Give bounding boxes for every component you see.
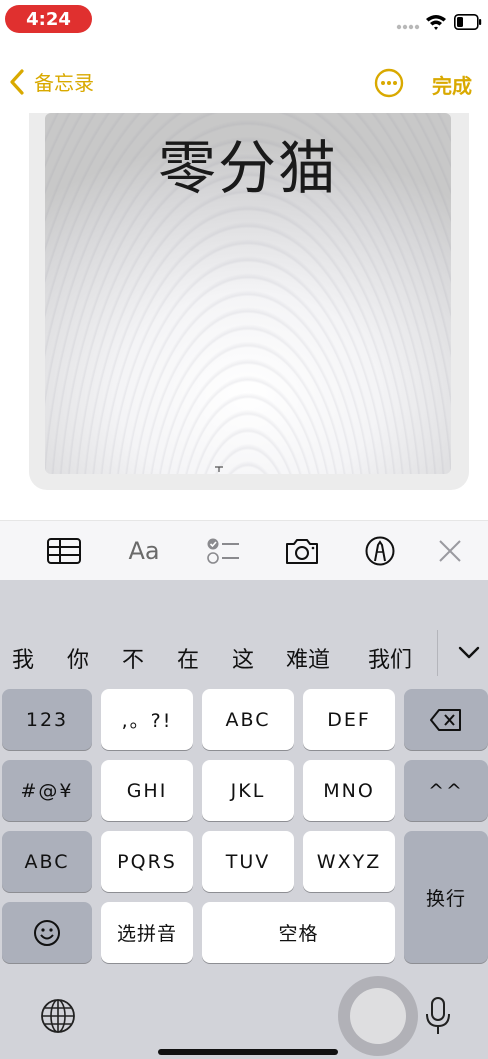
camera-button[interactable] — [284, 535, 320, 567]
numbers-key[interactable]: 123 — [2, 689, 92, 750]
mno-key[interactable]: MNO — [303, 760, 395, 821]
jkl-key[interactable]: JKL — [202, 760, 294, 821]
candidate-divider — [437, 630, 438, 676]
pinyin-select-key[interactable]: 选拼音 — [101, 902, 193, 963]
camera-icon — [286, 539, 318, 564]
signal-dots-icon — [396, 24, 420, 30]
abc-key[interactable]: ABC — [202, 689, 294, 750]
candidate-item[interactable]: 这 — [232, 642, 254, 674]
close-icon — [439, 540, 461, 562]
space-key[interactable]: 空格 — [202, 902, 395, 963]
status-bar: 4:24 — [0, 0, 488, 40]
return-key[interactable]: 换行 — [404, 831, 488, 963]
back-label: 备忘录 — [34, 71, 94, 95]
photo-text: 零分猫 — [157, 134, 338, 202]
wxyz-key[interactable]: WXYZ — [303, 831, 395, 892]
format-toolbar: Aa — [0, 520, 488, 580]
image-attachment-card[interactable]: 零分猫 — [29, 113, 469, 490]
candidate-item[interactable]: 在 — [177, 642, 199, 674]
attached-photo[interactable]: 零分猫 — [45, 113, 451, 474]
ellipsis-circle-icon[interactable] — [374, 68, 404, 98]
back-button[interactable]: 备忘录 — [8, 67, 94, 96]
kaomoji-key[interactable]: ^^ — [404, 760, 488, 821]
delete-key[interactable] — [404, 689, 488, 750]
close-toolbar-button[interactable] — [432, 535, 468, 567]
home-indicator — [158, 1049, 338, 1055]
candidate-item[interactable]: 难道 — [286, 642, 330, 674]
assistive-touch-inner — [350, 988, 406, 1044]
battery-icon — [454, 14, 482, 30]
nav-bar: 备忘录 完成 — [0, 62, 488, 108]
markup-icon — [365, 536, 395, 566]
table-icon — [47, 538, 81, 564]
text-format-button[interactable]: Aa — [124, 535, 164, 567]
globe-icon[interactable] — [40, 998, 76, 1034]
chevron-left-icon — [10, 68, 24, 95]
table-button[interactable] — [46, 535, 82, 567]
wifi-icon — [426, 15, 446, 30]
assistive-touch-button[interactable] — [338, 976, 418, 1056]
checklist-icon — [207, 538, 239, 564]
emoji-key[interactable] — [2, 902, 92, 963]
text-format-icon: Aa — [128, 537, 160, 565]
candidate-item[interactable]: 你 — [67, 642, 89, 674]
def-key[interactable]: DEF — [303, 689, 395, 750]
candidate-item[interactable]: 不 — [122, 642, 144, 674]
candidate-item[interactable]: 我们 — [368, 642, 412, 674]
markup-button[interactable] — [362, 535, 398, 567]
resize-handle-icon[interactable] — [214, 466, 224, 472]
punctuation-key[interactable]: ,。?! — [101, 689, 193, 750]
tuv-key[interactable]: TUV — [202, 831, 294, 892]
microphone-icon[interactable] — [424, 996, 452, 1036]
abc-mode-key[interactable]: ABC — [2, 831, 92, 892]
candidate-item[interactable]: 我 — [12, 642, 34, 674]
done-button[interactable]: 完成 — [432, 70, 472, 99]
delete-icon — [430, 708, 461, 731]
status-time[interactable]: 4:24 — [5, 5, 92, 33]
chevron-down-icon[interactable] — [456, 642, 482, 662]
symbols-key[interactable]: #@¥ — [2, 760, 92, 821]
checklist-button[interactable] — [205, 535, 241, 567]
emoji-icon — [34, 919, 60, 946]
pqrs-key[interactable]: PQRS — [101, 831, 193, 892]
ghi-key[interactable]: GHI — [101, 760, 193, 821]
